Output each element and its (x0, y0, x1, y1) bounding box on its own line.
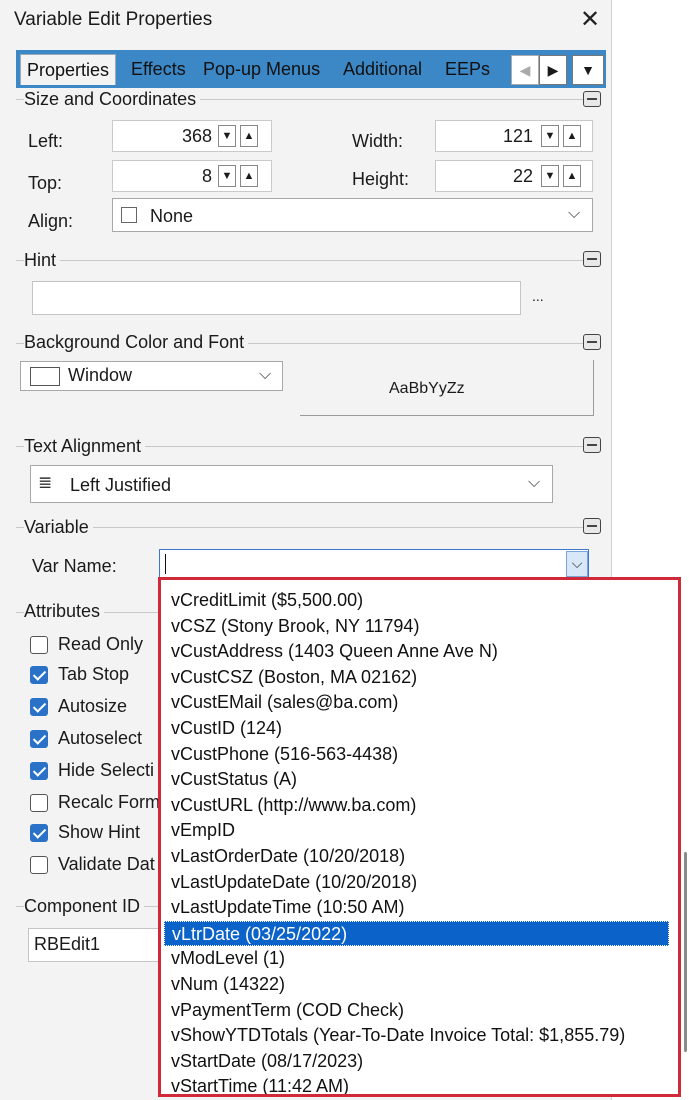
checkbox-hide-selection[interactable] (30, 762, 48, 780)
align-none-icon (121, 207, 137, 223)
section-divider (16, 260, 588, 261)
collapse-bg-icon[interactable] (583, 334, 601, 350)
dropdown-item[interactable]: vLastOrderDate (10/20/2018) (171, 844, 405, 870)
recalc-formula-label[interactable]: Recalc Form (58, 792, 160, 813)
dropdown-item[interactable]: vCustURL (http://www.ba.com) (171, 793, 416, 819)
left-increment-icon[interactable]: ▲ (240, 125, 258, 147)
bg-color-chevron-down-icon[interactable]: ⌵ (259, 366, 271, 384)
collapse-variable-icon[interactable] (583, 518, 601, 534)
tab-scroll-left-icon[interactable]: ◀ (511, 55, 539, 85)
var-name-dropdown-list[interactable]: vCreditLimit ($5,500.00) vCSZ (Stony Broo… (158, 577, 681, 1097)
dropdown-item[interactable]: vCustAddress (1403 Queen Anne Ave N) (171, 639, 498, 665)
dropdown-item[interactable]: vShowYTDTotals (Year-To-Date Invoice Tot… (171, 1023, 625, 1049)
dropdown-item[interactable]: vLastUpdateTime (10:50 AM) (171, 895, 404, 921)
checkbox-recalc-formula[interactable] (30, 794, 48, 812)
tab-stop-label[interactable]: Tab Stop (58, 664, 129, 685)
dropdown-item[interactable]: vPaymentTerm (COD Check) (171, 998, 404, 1024)
dropdown-item[interactable]: vStartDate (08/17/2023) (171, 1049, 363, 1075)
variable-section-heading: Variable (24, 517, 93, 538)
window-title: Variable Edit Properties (14, 9, 213, 30)
validate-data-label[interactable]: Validate Dat (58, 854, 155, 875)
dropdown-item[interactable]: vNum (14322) (171, 972, 285, 998)
left-label: Left: (28, 131, 64, 151)
tab-additional[interactable]: Additional (343, 54, 422, 84)
var-name-combo[interactable] (159, 549, 589, 579)
dropdown-item[interactable]: vEmpID (171, 818, 235, 844)
var-name-chevron-down-icon[interactable]: ⌵ (566, 551, 588, 577)
dropdown-item[interactable]: vStartTime (11:42 AM) (171, 1074, 349, 1094)
checkbox-autosize[interactable] (30, 698, 48, 716)
tab-eeps[interactable]: EEPs (445, 54, 490, 84)
width-increment-icon[interactable]: ▲ (563, 125, 581, 147)
checkbox-autoselect[interactable] (30, 730, 48, 748)
close-icon[interactable]: ✕ (573, 3, 607, 37)
tab-list-dropdown-icon[interactable]: ▼ (572, 55, 604, 85)
height-decrement-icon[interactable]: ▼ (541, 165, 559, 187)
tab-popup-menus[interactable]: Pop-up Menus (203, 54, 320, 84)
var-name-label: Var Name: (32, 556, 117, 576)
text-alignment-heading: Text Alignment (24, 436, 146, 457)
top-label: Top: (28, 173, 63, 193)
height-label: Height: (352, 169, 410, 189)
text-caret (165, 554, 166, 574)
hide-selection-label[interactable]: Hide Selecti (58, 760, 154, 781)
section-divider (16, 527, 588, 528)
dropdown-item[interactable]: vCustPhone (516-563-4438) (171, 742, 398, 768)
size-section-heading: Size and Coordinates (24, 89, 201, 110)
tab-effects[interactable]: Effects (131, 54, 186, 84)
left-justify-icon: ≣ (38, 473, 53, 492)
dropdown-item[interactable]: vLastUpdateDate (10/20/2018) (171, 870, 417, 896)
checkbox-read-only[interactable] (30, 636, 48, 654)
collapse-text-alignment-icon[interactable] (583, 437, 601, 453)
component-id-heading: Component ID (24, 896, 145, 917)
color-swatch-icon (30, 367, 60, 386)
align-value[interactable]: None (150, 206, 193, 227)
dropdown-item[interactable]: vCSZ (Stony Brook, NY 11794) (171, 614, 419, 640)
read-only-label[interactable]: Read Only (58, 634, 143, 655)
dropdown-item[interactable]: vCustID (124) (171, 716, 282, 742)
tab-properties[interactable]: Properties (20, 54, 117, 85)
autoselect-label[interactable]: Autoselect (58, 728, 142, 749)
font-preview-text: AaBbYyZz (389, 380, 465, 397)
autosize-label[interactable]: Autosize (58, 696, 127, 717)
dropdown-item[interactable]: vCustCSZ (Boston, MA 02162) (171, 665, 417, 691)
dropdown-item[interactable]: vCustStatus (A) (171, 767, 297, 793)
top-increment-icon[interactable]: ▲ (240, 165, 258, 187)
left-value[interactable]: 368 (120, 126, 212, 147)
dropdown-item[interactable]: vCreditLimit ($5,500.00) (171, 588, 363, 614)
component-id-value[interactable]: RBEdit1 (34, 934, 100, 955)
dropdown-item[interactable]: vModLevel (1) (171, 946, 285, 972)
checkbox-tab-stop[interactable] (30, 666, 48, 684)
width-label: Width: (352, 131, 404, 151)
bg-color-value[interactable]: Window (68, 365, 132, 386)
top-value[interactable]: 8 (120, 166, 212, 187)
hint-ellipsis-button[interactable]: ... (532, 288, 544, 304)
text-alignment-chevron-down-icon[interactable]: ⌵ (528, 474, 540, 492)
collapse-size-icon[interactable] (583, 91, 601, 107)
width-decrement-icon[interactable]: ▼ (541, 125, 559, 147)
checkbox-validate-data[interactable] (30, 856, 48, 874)
show-hint-label[interactable]: Show Hint (58, 822, 140, 843)
collapse-hint-icon[interactable] (583, 251, 601, 267)
text-alignment-value[interactable]: Left Justified (70, 475, 171, 496)
left-decrement-icon[interactable]: ▼ (218, 125, 236, 147)
dropdown-item[interactable]: vLtrDate (03/25/2022) (164, 920, 669, 947)
attributes-heading: Attributes (24, 601, 105, 622)
top-decrement-icon[interactable]: ▼ (218, 165, 236, 187)
align-label: Align: (28, 211, 74, 231)
height-increment-icon[interactable]: ▲ (563, 165, 581, 187)
hint-section-heading: Hint (24, 250, 61, 271)
bg-section-heading: Background Color and Font (24, 332, 249, 353)
dropdown-scrollbar[interactable] (684, 852, 687, 1052)
width-value[interactable]: 121 (443, 126, 533, 147)
height-value[interactable]: 22 (443, 166, 533, 187)
dropdown-item[interactable]: vCustEMail (sales@ba.com) (171, 690, 398, 716)
hint-input[interactable] (32, 281, 521, 315)
align-chevron-down-icon[interactable]: ⌵ (568, 205, 580, 223)
tab-scroll-right-icon[interactable]: ▶ (539, 55, 567, 85)
checkbox-show-hint[interactable] (30, 824, 48, 842)
